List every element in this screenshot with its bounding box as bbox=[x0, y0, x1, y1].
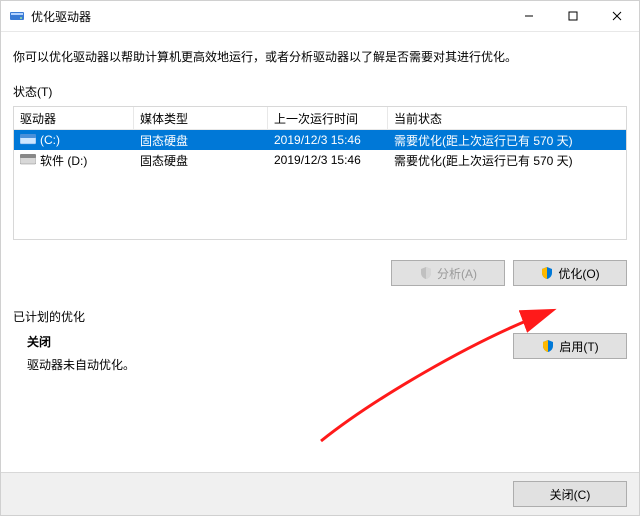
table-row[interactable]: 软件 (D:) 固态硬盘 2019/12/3 15:46 需要优化(距上次运行已… bbox=[14, 150, 626, 170]
optimize-drives-window: 优化驱动器 你可以优化驱动器以帮助计算机更高效地运行，或者分析驱动器以了解是否需… bbox=[0, 0, 640, 516]
col-media[interactable]: 媒体类型 bbox=[134, 107, 268, 130]
shield-icon bbox=[540, 266, 554, 280]
col-drive[interactable]: 驱动器 bbox=[14, 107, 134, 130]
app-icon bbox=[9, 8, 25, 24]
footer: 关闭(C) bbox=[1, 472, 639, 515]
scheduled-title: 已计划的优化 bbox=[13, 308, 627, 325]
shield-icon bbox=[541, 339, 555, 353]
window-title: 优化驱动器 bbox=[31, 8, 91, 25]
enable-label: 启用(T) bbox=[559, 338, 598, 355]
table-header: 驱动器 媒体类型 上一次运行时间 当前状态 bbox=[14, 107, 626, 130]
drive-last: 2019/12/3 15:46 bbox=[268, 150, 388, 170]
drive-icon bbox=[20, 134, 36, 146]
close-button[interactable]: 关闭(C) bbox=[513, 481, 627, 507]
drive-name: 软件 (D:) bbox=[40, 152, 87, 169]
enable-button[interactable]: 启用(T) bbox=[513, 333, 627, 359]
description-text: 你可以优化驱动器以帮助计算机更高效地运行，或者分析驱动器以了解是否需要对其进行优… bbox=[13, 48, 627, 65]
action-buttons: 分析(A) 优化(O) bbox=[13, 260, 627, 286]
status-label: 状态(T) bbox=[13, 83, 627, 100]
scheduled-state: 关闭 bbox=[27, 333, 513, 350]
minimize-button[interactable] bbox=[507, 1, 551, 31]
drives-table: 驱动器 媒体类型 上一次运行时间 当前状态 (C:) 固态硬盘 2019/12/… bbox=[13, 106, 627, 240]
table-row[interactable]: (C:) 固态硬盘 2019/12/3 15:46 需要优化(距上次运行已有 5… bbox=[14, 130, 626, 150]
col-status[interactable]: 当前状态 bbox=[388, 107, 626, 130]
titlebar: 优化驱动器 bbox=[1, 1, 639, 32]
drive-status: 需要优化(距上次运行已有 570 天) bbox=[388, 149, 626, 172]
shield-icon bbox=[419, 266, 433, 280]
close-label: 关闭(C) bbox=[550, 486, 591, 503]
optimize-button[interactable]: 优化(O) bbox=[513, 260, 627, 286]
scheduled-note: 驱动器未自动优化。 bbox=[27, 356, 513, 373]
optimize-label: 优化(O) bbox=[558, 265, 599, 282]
analyze-button: 分析(A) bbox=[391, 260, 505, 286]
col-lastrun[interactable]: 上一次运行时间 bbox=[268, 107, 388, 130]
maximize-button[interactable] bbox=[551, 1, 595, 31]
content-area: 你可以优化驱动器以帮助计算机更高效地运行，或者分析驱动器以了解是否需要对其进行优… bbox=[1, 32, 639, 373]
drive-last: 2019/12/3 15:46 bbox=[268, 130, 388, 150]
drive-icon bbox=[20, 154, 36, 166]
close-window-button[interactable] bbox=[595, 1, 639, 31]
drive-name: (C:) bbox=[40, 133, 60, 147]
analyze-label: 分析(A) bbox=[437, 265, 477, 282]
drive-media: 固态硬盘 bbox=[134, 149, 268, 172]
scheduled-section: 已计划的优化 关闭 驱动器未自动优化。 启用(T) bbox=[13, 308, 627, 373]
